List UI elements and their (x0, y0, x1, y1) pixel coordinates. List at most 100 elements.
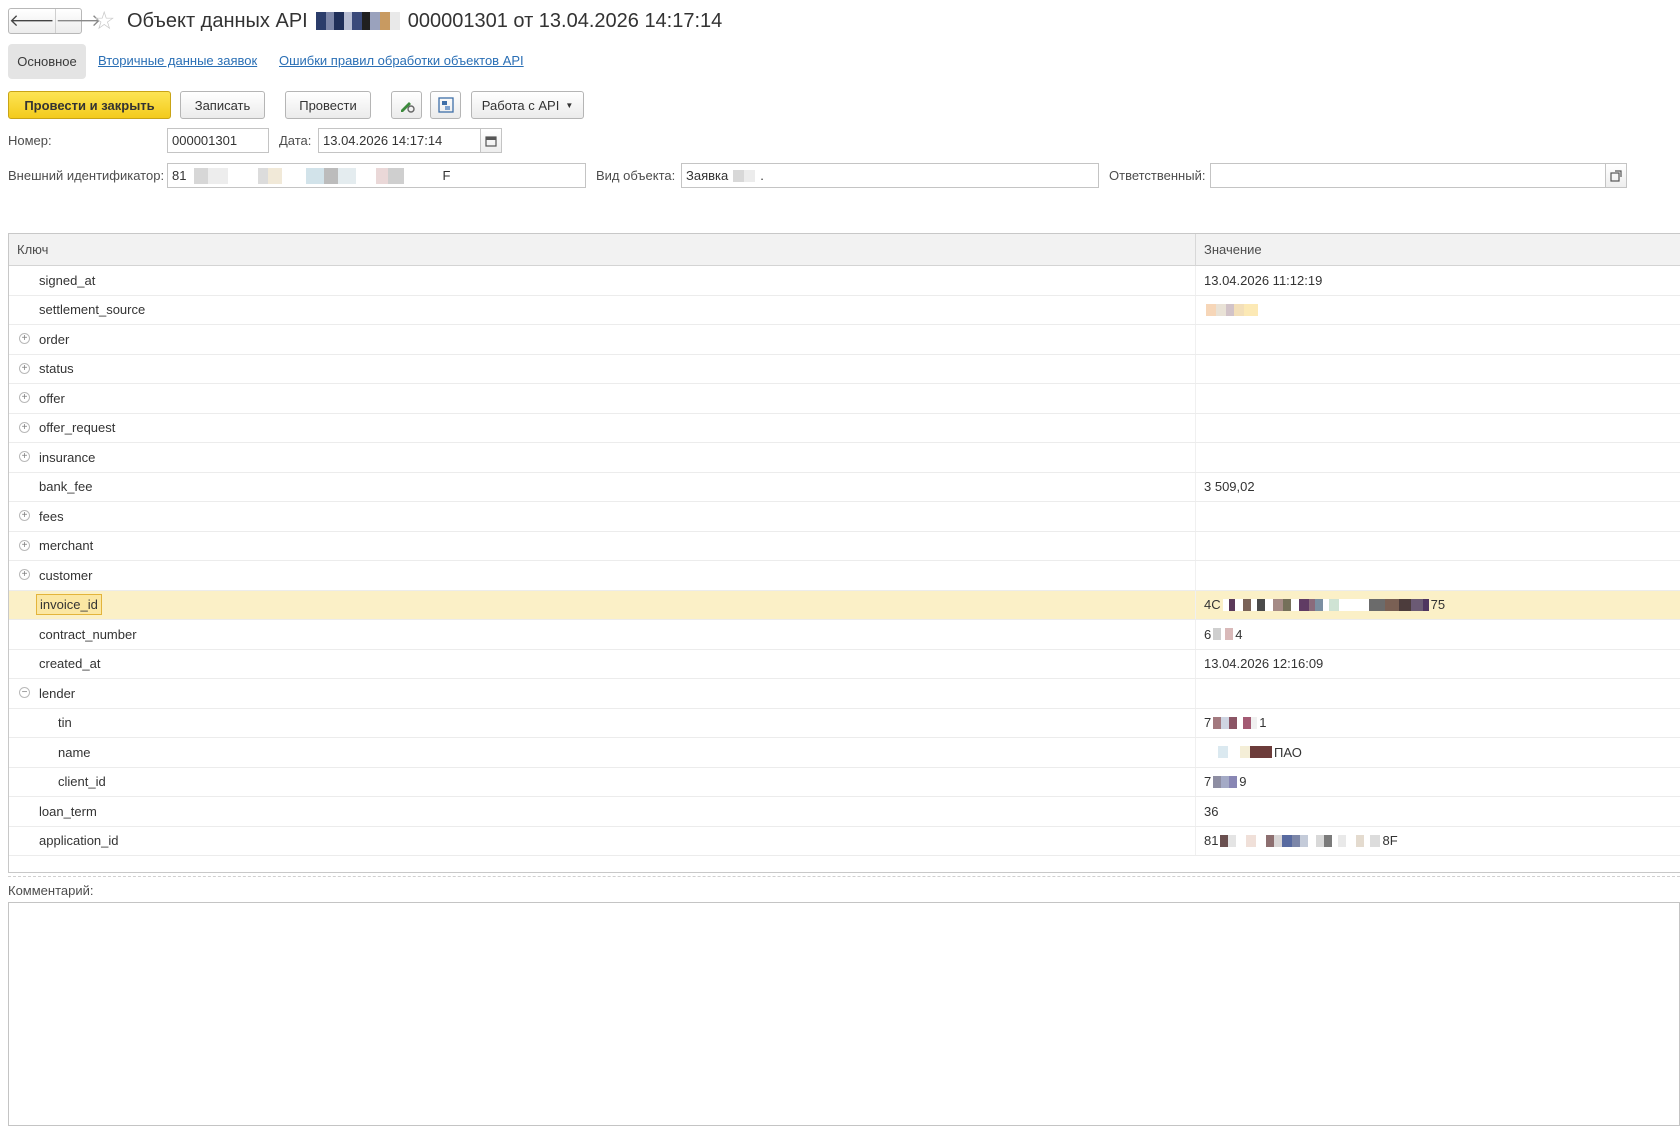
table-row[interactable]: name ПАО (9, 738, 1680, 768)
table-row[interactable]: + offer (9, 384, 1680, 414)
table-row[interactable]: + order (9, 325, 1680, 355)
post-and-close-button[interactable]: Провести и закрыть (8, 91, 171, 119)
arrow-left-icon: 🡐 (9, 11, 55, 30)
key-label: offer (39, 390, 65, 406)
number-label: Номер: (8, 133, 52, 148)
tab-main[interactable]: Основное (8, 44, 86, 79)
value-cell (1196, 384, 1680, 413)
table-row[interactable]: + status (9, 354, 1680, 384)
table-row[interactable]: + insurance (9, 443, 1680, 473)
date-picker-button[interactable] (480, 128, 502, 153)
key-cell: name (9, 738, 1196, 767)
back-button[interactable]: 🡐 (9, 9, 55, 33)
key-label: order (39, 331, 70, 347)
expand-icon[interactable]: + (19, 569, 30, 581)
table-row[interactable]: contract_number 6 4 (9, 620, 1680, 650)
post-button[interactable]: Провести (285, 91, 371, 119)
value-cell: 36 (1196, 797, 1680, 826)
expand-icon[interactable]: + (19, 362, 30, 374)
value-cell: 81 8F (1196, 827, 1680, 856)
api-menu-button[interactable]: Работа с API ▼ (471, 91, 584, 119)
object-type-tail: . (760, 168, 764, 183)
value-cell (1196, 561, 1680, 590)
redacted-external-id (194, 167, 434, 184)
key-cell: loan_term (9, 797, 1196, 826)
save-button[interactable]: Записать (180, 91, 265, 119)
value-text: 6 (1204, 626, 1212, 642)
value-cell (1196, 355, 1680, 384)
chevron-down-icon: ▼ (565, 100, 574, 110)
key-label: merchant (39, 538, 94, 554)
comment-textarea[interactable] (8, 902, 1680, 1126)
tab-processing-errors[interactable]: Ошибки правил обработки объектов API (279, 53, 524, 68)
collapse-icon[interactable]: − (19, 687, 30, 699)
key-cell: + merchant (9, 531, 1196, 560)
key-label: settlement_source (39, 302, 146, 318)
value-tail-text: ПАО (1274, 744, 1302, 760)
value-text: 4С (1204, 597, 1221, 613)
value-cell (1196, 532, 1680, 561)
redacted-value (1206, 746, 1272, 759)
table-row[interactable]: + customer (9, 561, 1680, 591)
key-label: client_id (58, 774, 106, 790)
value-cell: 4С 75 (1196, 591, 1680, 620)
key-cell: tin (9, 708, 1196, 737)
table-row[interactable]: client_id 7 9 (9, 767, 1680, 797)
table-row[interactable]: bank_fee 3 509,02 (9, 472, 1680, 502)
value-cell (1196, 502, 1680, 531)
table-row[interactable]: + merchant (9, 531, 1680, 561)
edit-settings-button[interactable] (391, 91, 422, 119)
expand-icon[interactable]: + (19, 539, 30, 551)
key-cell: client_id (9, 767, 1196, 796)
value-tail-text: 1 (1259, 715, 1267, 731)
table-row[interactable]: + fees (9, 502, 1680, 532)
value-tail-text: 9 (1239, 774, 1247, 790)
key-cell: created_at (9, 649, 1196, 678)
redacted-object-type (733, 169, 756, 182)
value-text: 36 (1204, 803, 1219, 819)
star-icon[interactable]: ☆ (93, 7, 115, 35)
expand-icon[interactable]: + (19, 392, 30, 404)
column-header-value[interactable]: Значение (1196, 234, 1262, 265)
object-type-value: Заявка (686, 168, 729, 183)
key-label: lender (39, 685, 76, 701)
value-cell (1196, 443, 1680, 472)
table-row[interactable]: settlement_source (9, 295, 1680, 325)
expand-icon[interactable]: + (19, 451, 30, 463)
date-field[interactable]: 13.04.2026 14:17:14 (318, 128, 482, 153)
table-row[interactable]: − lender (9, 679, 1680, 709)
redacted-value (1206, 303, 1258, 316)
external-id-field[interactable]: 81 F (167, 163, 586, 188)
expand-icon[interactable]: + (19, 333, 30, 345)
expand-icon[interactable]: + (19, 421, 30, 433)
tab-secondary-data[interactable]: Вторичные данные заявок (98, 53, 257, 68)
key-label: insurance (39, 449, 96, 465)
key-label: application_id (39, 833, 119, 849)
value-text: 13.04.2026 11:12:19 (1204, 272, 1323, 288)
key-label: created_at (39, 656, 101, 672)
structure-button[interactable] (430, 91, 461, 119)
table-row[interactable]: invoice_id 4С 75 (9, 590, 1680, 620)
table-row[interactable]: created_at 13.04.2026 12:16:09 (9, 649, 1680, 679)
redacted-value (1213, 628, 1234, 641)
key-value-tree: Ключ Значение signed_at 13.04.2026 11:12:… (8, 233, 1680, 873)
table-row[interactable]: + offer_request (9, 413, 1680, 443)
value-cell: 13.04.2026 11:12:19 (1196, 266, 1680, 295)
table-row[interactable]: loan_term 36 (9, 797, 1680, 827)
key-label: customer (39, 567, 93, 583)
responsible-open-button[interactable] (1605, 163, 1627, 188)
expand-icon[interactable]: + (19, 510, 30, 522)
calendar-icon (485, 135, 497, 147)
object-type-field[interactable]: Заявка . (681, 163, 1099, 188)
table-row[interactable]: application_id 81 8F (9, 826, 1680, 856)
responsible-field[interactable] (1210, 163, 1607, 188)
number-field[interactable]: 000001301 (167, 128, 269, 153)
key-cell: + customer (9, 561, 1196, 590)
table-row[interactable]: tin 7 1 (9, 708, 1680, 738)
key-cell: bank_fee (9, 472, 1196, 501)
value-cell (1196, 325, 1680, 354)
table-row[interactable]: signed_at 13.04.2026 11:12:19 (9, 266, 1680, 296)
page-title: Объект данных API 000001301 от 13.04.202… (127, 9, 722, 33)
column-header-key[interactable]: Ключ (9, 234, 1196, 265)
redacted-title-block (315, 12, 400, 30)
